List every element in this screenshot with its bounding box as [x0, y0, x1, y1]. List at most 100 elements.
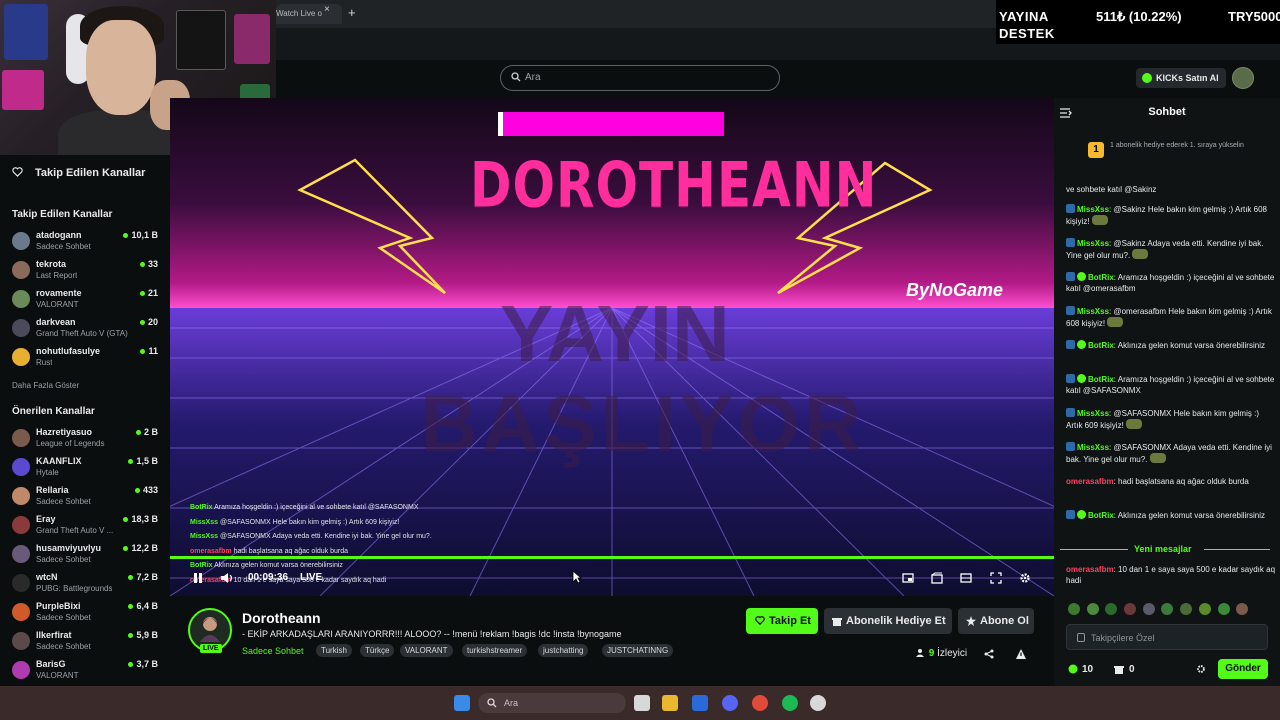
sidebar-channel-item[interactable]: wtcN PUBG: Battlegrounds 7,2 B: [12, 572, 162, 600]
sidebar-channel-item[interactable]: darkvean Grand Theft Auto V (GTA) 20: [12, 317, 162, 345]
sidebar-channel-item[interactable]: Eray Grand Theft Auto V ... 18,3 B: [12, 514, 162, 542]
sidebar-channel-item[interactable]: Ilkerfirat Sadece Sohbet 5,9 B: [12, 630, 162, 658]
send-button[interactable]: Gönder: [1218, 659, 1268, 679]
badge-icon: [1066, 374, 1075, 383]
sidebar-channel-item[interactable]: KAANFLIX Hytale 1,5 B: [12, 456, 162, 484]
stream-category[interactable]: Sadece Sohbet: [242, 646, 304, 656]
channel-avatar: [12, 487, 30, 505]
channel-viewers: 10,1 B: [123, 230, 158, 240]
volume-icon[interactable]: [220, 572, 234, 584]
channel-avatar: [12, 429, 30, 447]
video-player[interactable]: DOROTHEANN ByNoGame YAYIN BAŞLIYOR BotRi…: [170, 98, 1054, 596]
streamer-portrait: [200, 617, 220, 642]
pip-icon[interactable]: [960, 572, 972, 584]
subscribe-button[interactable]: Abone Ol: [958, 608, 1034, 634]
channel-name: KAANFLIX: [36, 456, 82, 466]
buy-kicks-button[interactable]: KICKs Satın Al: [1136, 68, 1226, 88]
kicks-count[interactable]: 10: [1082, 664, 1093, 675]
overlay-chat-line: MissXss @SAFASONMX Adaya veda etti. Kend…: [190, 533, 432, 540]
chat-panel: Sohbet 1 1 abonelik hediye ederek 1. sır…: [1054, 98, 1280, 686]
tag[interactable]: JUSTCHATINNG: [602, 644, 674, 657]
user-avatar[interactable]: [1232, 67, 1254, 89]
badge-icon: [1066, 408, 1075, 417]
taskbar-search[interactable]: Ara: [478, 693, 626, 713]
subscribe-label: Abone Ol: [980, 615, 1029, 627]
clip-icon[interactable]: [931, 572, 943, 584]
channel-name: nohutlufasulye: [36, 346, 101, 356]
report-icon[interactable]: [1016, 649, 1026, 659]
viewers-icon: [916, 649, 924, 657]
chat-message: BotRix: Aklınıza gelen komut varsa önere…: [1066, 340, 1276, 351]
chat-message: MissXss: @Sakinz Adaya veda etti. Kendin…: [1066, 238, 1264, 260]
chat-username[interactable]: MissXss: [1077, 239, 1109, 248]
bot-badge-icon: [1077, 272, 1086, 281]
theater-mode-icon[interactable]: [902, 572, 914, 584]
task-view-icon[interactable]: [634, 695, 650, 711]
tag[interactable]: justchatting: [538, 644, 589, 657]
obs-icon[interactable]: [810, 695, 826, 711]
sidebar-channel-item[interactable]: husamviyuvlyu Sadece Sohbet 12,2 B: [12, 543, 162, 571]
chat-username[interactable]: BotRix: [1088, 273, 1114, 282]
store-icon[interactable]: [692, 695, 708, 711]
sidebar-channel-item[interactable]: BarisG VALORANT 3,7 B: [12, 659, 162, 687]
tag[interactable]: Türkçe: [360, 644, 395, 657]
channel-category: Grand Theft Auto V (GTA): [36, 329, 128, 338]
sidebar-channel-item[interactable]: PurpleBixi Sadece Sohbet 6,4 B: [12, 601, 162, 629]
tag[interactable]: Turkish: [316, 644, 352, 657]
chat-username[interactable]: omerasafbm: [1066, 565, 1114, 574]
channel-category: Sadece Sohbet: [36, 613, 91, 622]
close-icon[interactable]: ×: [324, 4, 330, 15]
sidebar-channel-item[interactable]: nohutlufasulye Rust 11: [12, 346, 162, 374]
tag[interactable]: turkishstreamer: [462, 644, 528, 657]
overlay-chat-user: MissXss: [190, 518, 219, 526]
channel-category: Sadece Sohbet: [36, 555, 91, 564]
tag[interactable]: VALORANT: [400, 644, 453, 657]
streamer-avatar[interactable]: LIVE: [188, 608, 232, 653]
chat-settings-icon[interactable]: [1196, 664, 1206, 674]
chat-username[interactable]: MissXss: [1077, 409, 1109, 418]
gift-subscription-button[interactable]: Abonelik Hediye Et: [824, 608, 952, 634]
pause-icon[interactable]: [192, 572, 204, 584]
search-input[interactable]: Ara: [500, 65, 780, 91]
chat-username[interactable]: omerasafbm: [1066, 477, 1114, 486]
file-explorer-icon[interactable]: [662, 695, 678, 711]
sidebar-channel-item[interactable]: Rellaria Sadece Sohbet 433: [12, 485, 162, 513]
sidebar-channel-item[interactable]: rovamente VALORANT 21: [12, 288, 162, 316]
emote-bar[interactable]: [1068, 602, 1274, 616]
chat-username[interactable]: MissXss: [1077, 307, 1109, 316]
windows-start-icon[interactable]: [454, 695, 470, 711]
fullscreen-icon[interactable]: [990, 572, 1002, 584]
chat-text: Aklınıza gelen komut varsa önerebilirsin…: [1117, 341, 1265, 350]
video-progress-bar[interactable]: [170, 556, 1054, 559]
discord-icon[interactable]: [722, 695, 738, 711]
sidebar-channel-item[interactable]: atadogann Sadece Sohbet 10,1 B: [12, 230, 162, 258]
sidebar-channel-item[interactable]: tekrota Last Report 33: [12, 259, 162, 287]
badge-icon: [1066, 272, 1075, 281]
share-icon[interactable]: [984, 649, 994, 659]
chat-username[interactable]: MissXss: [1077, 205, 1109, 214]
chat-message: MissXss: @SAFASONMX Adaya veda etti. Ken…: [1066, 442, 1272, 464]
chat-message: MissXss: @omerasafbm Hele bakın kim gelm…: [1066, 306, 1272, 328]
video-top-bar: [498, 112, 724, 136]
settings-gear-icon[interactable]: [1019, 572, 1031, 584]
channel-viewers: 7,2 B: [128, 572, 158, 582]
browser-tab[interactable]: Watch Live o: [276, 4, 342, 24]
chat-username[interactable]: BotRix: [1088, 375, 1114, 384]
overlay-chat-user: BotRix: [190, 504, 213, 511]
chat-username[interactable]: BotRix: [1088, 341, 1114, 350]
chat-username[interactable]: MissXss: [1077, 443, 1109, 452]
gift-count[interactable]: 0: [1129, 664, 1135, 675]
follow-button[interactable]: Takip Et: [746, 608, 818, 634]
overlay-chat-user: MissXss: [190, 533, 219, 540]
streamer-name[interactable]: Dorotheann: [242, 610, 321, 626]
stream-title: - EKİP ARKADAŞLARI ARANIYORRR!!! ALOOO? …: [242, 629, 622, 639]
overlay-chat-text: hadi başlatsana aq ağac olduk burda: [233, 547, 349, 555]
chat-input[interactable]: Takipçilere Özel: [1066, 624, 1268, 650]
chat-username[interactable]: BotRix: [1088, 511, 1114, 520]
new-tab-icon[interactable]: +: [348, 5, 356, 20]
chrome-icon[interactable]: [752, 695, 768, 711]
spotify-icon[interactable]: [782, 695, 798, 711]
pinned-gift-message: 1 abonelik hediye ederek 1. sıraya yükse…: [1110, 142, 1244, 149]
show-more-link[interactable]: Daha Fazla Göster: [12, 381, 79, 390]
sidebar-channel-item[interactable]: Hazretiyasuo League of Legends 2 B: [12, 427, 162, 455]
